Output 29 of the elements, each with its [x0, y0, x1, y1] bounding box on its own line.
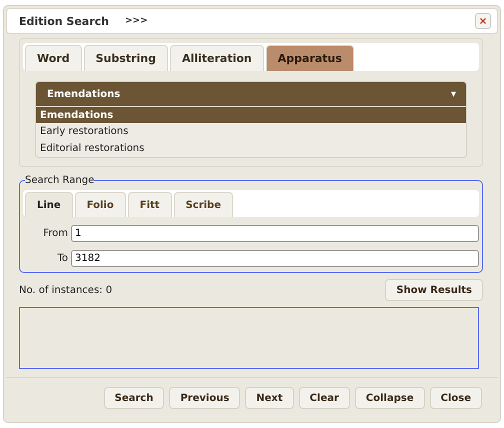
instances-count: No. of instances: 0 [19, 284, 112, 296]
input-field[interactable]: 3182 [71, 250, 479, 267]
dropdown-option[interactable]: Emendations [36, 106, 466, 123]
tab[interactable]: Scribe [174, 192, 233, 217]
dropdown-select[interactable]: Emendations ▾ [36, 82, 466, 106]
footer-button[interactable]: Clear [298, 387, 350, 409]
show-results-button[interactable]: Show Results [385, 279, 483, 301]
footer-button[interactable]: Close [430, 387, 482, 409]
footer-button[interactable]: Next [245, 387, 294, 409]
dropdown-option[interactable]: Editorial restorations [36, 140, 466, 157]
tab[interactable]: Folio [74, 192, 126, 217]
tab[interactable]: Alliteration [170, 45, 264, 71]
field-label: To [56, 253, 69, 264]
dropdown-option[interactable]: Early restorations [36, 123, 466, 140]
caret-icon: ▾ [450, 88, 456, 100]
input-field[interactable]: 1 [71, 225, 479, 242]
tab[interactable]: Fitt [128, 192, 172, 217]
close-button[interactable]: × [475, 13, 491, 29]
tab[interactable]: Line [25, 192, 73, 217]
footer-button[interactable]: Search [104, 387, 164, 409]
footer-button[interactable]: Previous [169, 387, 240, 409]
tab[interactable]: Substring [84, 45, 168, 71]
tab[interactable]: Apparatus [266, 45, 354, 71]
footer-button[interactable]: Collapse [354, 387, 425, 409]
field-label: From [42, 228, 69, 239]
window-title: Edition Search [19, 14, 109, 28]
tab[interactable]: Word [25, 45, 82, 71]
group-legend: Search Range [25, 175, 94, 186]
expand-toggle[interactable]: >>> [125, 16, 459, 26]
